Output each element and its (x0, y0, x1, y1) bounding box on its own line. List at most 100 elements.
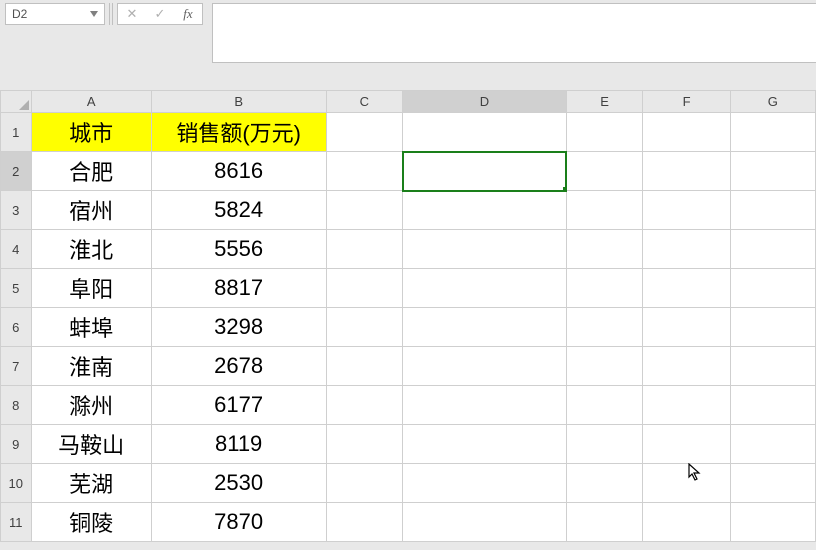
cell-E10[interactable] (566, 464, 642, 503)
cell-C11[interactable] (326, 503, 402, 542)
cell-G7[interactable] (730, 347, 815, 386)
cell-A9[interactable]: 马鞍山 (31, 425, 151, 464)
confirm-icon[interactable]: ✓ (146, 4, 174, 24)
cell-A4[interactable]: 淮北 (31, 230, 151, 269)
cell-B2[interactable]: 8616 (151, 152, 326, 191)
cell-D8[interactable] (403, 386, 567, 425)
cell-F1[interactable] (643, 113, 730, 152)
cell-A1[interactable]: 城市 (31, 113, 151, 152)
cell-B6[interactable]: 3298 (151, 308, 326, 347)
col-header-G[interactable]: G (730, 91, 815, 113)
row-header-2[interactable]: 2 (1, 152, 32, 191)
cell-A10[interactable]: 芜湖 (31, 464, 151, 503)
cell-A2[interactable]: 合肥 (31, 152, 151, 191)
cell-E8[interactable] (566, 386, 642, 425)
cell-F9[interactable] (643, 425, 730, 464)
cell-A5[interactable]: 阜阳 (31, 269, 151, 308)
cell-A7[interactable]: 淮南 (31, 347, 151, 386)
cell-E4[interactable] (566, 230, 642, 269)
select-all-corner[interactable] (1, 91, 32, 113)
cell-B11[interactable]: 7870 (151, 503, 326, 542)
cell-C2[interactable] (326, 152, 402, 191)
cell-A11[interactable]: 铜陵 (31, 503, 151, 542)
row-header-11[interactable]: 11 (1, 503, 32, 542)
cell-C10[interactable] (326, 464, 402, 503)
cell-F6[interactable] (643, 308, 730, 347)
cell-C8[interactable] (326, 386, 402, 425)
cell-F10[interactable] (643, 464, 730, 503)
row-header-9[interactable]: 9 (1, 425, 32, 464)
col-header-B[interactable]: B (151, 91, 326, 113)
cell-B5[interactable]: 8817 (151, 269, 326, 308)
cell-F7[interactable] (643, 347, 730, 386)
cell-D3[interactable] (403, 191, 567, 230)
cell-A3[interactable]: 宿州 (31, 191, 151, 230)
cell-F4[interactable] (643, 230, 730, 269)
cell-G10[interactable] (730, 464, 815, 503)
cell-A8[interactable]: 滁州 (31, 386, 151, 425)
cell-G4[interactable] (730, 230, 815, 269)
cell-G3[interactable] (730, 191, 815, 230)
cell-G1[interactable] (730, 113, 815, 152)
cell-G8[interactable] (730, 386, 815, 425)
cell-E6[interactable] (566, 308, 642, 347)
col-header-A[interactable]: A (31, 91, 151, 113)
spreadsheet-grid[interactable]: A B C D E F G 1 城市 销售额(万元) (0, 90, 816, 542)
cell-F11[interactable] (643, 503, 730, 542)
cell-B3[interactable]: 5824 (151, 191, 326, 230)
cell-D4[interactable] (403, 230, 567, 269)
cell-E1[interactable] (566, 113, 642, 152)
cell-F2[interactable] (643, 152, 730, 191)
row-header-8[interactable]: 8 (1, 386, 32, 425)
col-header-F[interactable]: F (643, 91, 730, 113)
cell-G5[interactable] (730, 269, 815, 308)
cell-D10[interactable] (403, 464, 567, 503)
cell-B7[interactable]: 2678 (151, 347, 326, 386)
cell-E5[interactable] (566, 269, 642, 308)
cell-E9[interactable] (566, 425, 642, 464)
cell-D11[interactable] (403, 503, 567, 542)
fx-icon[interactable]: fx (174, 4, 202, 24)
cell-F8[interactable] (643, 386, 730, 425)
cell-G9[interactable] (730, 425, 815, 464)
cell-D7[interactable] (403, 347, 567, 386)
col-header-C[interactable]: C (326, 91, 402, 113)
row-header-10[interactable]: 10 (1, 464, 32, 503)
cell-C5[interactable] (326, 269, 402, 308)
cell-C6[interactable] (326, 308, 402, 347)
cell-E3[interactable] (566, 191, 642, 230)
cell-E2[interactable] (566, 152, 642, 191)
row-header-6[interactable]: 6 (1, 308, 32, 347)
name-box[interactable]: D2 (5, 3, 105, 25)
cell-B4[interactable]: 5556 (151, 230, 326, 269)
cell-B10[interactable]: 2530 (151, 464, 326, 503)
cell-D5[interactable] (403, 269, 567, 308)
cell-G2[interactable] (730, 152, 815, 191)
cell-A6[interactable]: 蚌埠 (31, 308, 151, 347)
cell-F5[interactable] (643, 269, 730, 308)
row-header-5[interactable]: 5 (1, 269, 32, 308)
cell-E7[interactable] (566, 347, 642, 386)
row-header-4[interactable]: 4 (1, 230, 32, 269)
cell-C1[interactable] (326, 113, 402, 152)
cancel-icon[interactable]: ✕ (118, 4, 146, 24)
row-header-7[interactable]: 7 (1, 347, 32, 386)
cell-G6[interactable] (730, 308, 815, 347)
cell-B9[interactable]: 8119 (151, 425, 326, 464)
col-header-D[interactable]: D (403, 91, 567, 113)
cell-C3[interactable] (326, 191, 402, 230)
cell-B8[interactable]: 6177 (151, 386, 326, 425)
cell-F3[interactable] (643, 191, 730, 230)
cell-D6[interactable] (403, 308, 567, 347)
col-header-E[interactable]: E (566, 91, 642, 113)
cell-D1[interactable] (403, 113, 567, 152)
cell-G11[interactable] (730, 503, 815, 542)
cell-D9[interactable] (403, 425, 567, 464)
cell-C9[interactable] (326, 425, 402, 464)
cell-C7[interactable] (326, 347, 402, 386)
row-header-1[interactable]: 1 (1, 113, 32, 152)
row-header-3[interactable]: 3 (1, 191, 32, 230)
cell-E11[interactable] (566, 503, 642, 542)
cell-C4[interactable] (326, 230, 402, 269)
cell-B1[interactable]: 销售额(万元) (151, 113, 326, 152)
